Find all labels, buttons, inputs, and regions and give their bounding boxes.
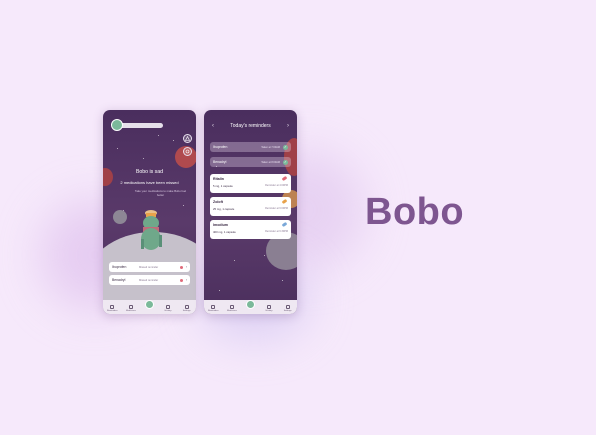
bobo-home-button[interactable] xyxy=(246,300,255,309)
missed-med-name: Ibuprofen xyxy=(112,265,127,269)
taken-med-name: Ibuprofen xyxy=(213,145,228,149)
taken-time: Taken at 7:00AM xyxy=(261,145,280,149)
med-dose: 5 mg, 1 capsule xyxy=(213,184,233,188)
reminders-header: ‹ Today's reminders › xyxy=(204,123,297,129)
missed-med-name: Benadryl xyxy=(112,278,126,282)
nav-label: Settings xyxy=(283,310,292,312)
missed-reminder-row[interactable]: Ibuprofen Missed reminder › xyxy=(109,262,190,272)
taken-med-name: Benadryl xyxy=(213,160,227,164)
med-dose: 25 mg, 1 capsule xyxy=(213,207,235,211)
nav-label: Medicines xyxy=(226,310,237,312)
check-icon: ✓ xyxy=(283,144,288,150)
chevron-right-icon: › xyxy=(185,278,187,282)
med-name: Imodium xyxy=(213,223,228,227)
bobo-home-button[interactable] xyxy=(145,300,154,309)
missed-count-text: 2 medications have been missed xyxy=(120,180,179,185)
missed-dot-icon xyxy=(179,265,183,269)
reminder-time: Reminder at 6:00PM xyxy=(265,207,288,210)
next-day-icon[interactable]: › xyxy=(287,123,289,129)
gear-icon xyxy=(184,305,189,309)
reminder-time: Reminder at 4:00PM xyxy=(265,184,288,187)
nav-label: History xyxy=(265,310,273,312)
chevron-right-icon: › xyxy=(185,265,187,269)
settings-gear-icon[interactable] xyxy=(183,147,192,156)
alarm-icon xyxy=(211,305,216,309)
warning-icon[interactable] xyxy=(183,134,192,143)
brand-wordmark: Bobo xyxy=(365,191,465,233)
nav-label: Reminders xyxy=(208,310,219,312)
check-icon: ✓ xyxy=(283,159,288,165)
taken-reminder-row[interactable]: Ibuprofen Taken at 7:00AM ✓ xyxy=(210,142,291,152)
gear-icon xyxy=(285,305,290,309)
nav-label: Medicines xyxy=(125,310,136,312)
nav-history[interactable]: History xyxy=(262,305,277,312)
nav-history[interactable]: History xyxy=(161,305,176,312)
pill-icon xyxy=(229,305,234,309)
taken-time: Taken at 8:00AM xyxy=(261,160,280,164)
page-title: Today's reminders xyxy=(230,123,271,129)
taken-reminder-row[interactable]: Benadryl Taken at 8:00AM ✓ xyxy=(210,157,291,167)
previous-day-icon[interactable]: ‹ xyxy=(212,123,214,129)
nav-settings[interactable]: Settings xyxy=(179,305,194,312)
med-dose: 400 mg, 1 capsule xyxy=(213,230,236,234)
history-icon xyxy=(166,305,171,309)
nav-settings[interactable]: Settings xyxy=(280,305,295,312)
nav-reminders[interactable]: Reminders xyxy=(105,305,120,312)
nav-label: History xyxy=(164,310,172,312)
nav-label: Reminders xyxy=(107,310,118,312)
nav-medicines[interactable]: Medicines xyxy=(123,305,138,312)
missed-reminder-row[interactable]: Benadryl Missed reminder › xyxy=(109,275,190,285)
mood-title: Bobo is sad xyxy=(135,169,164,175)
missed-med-status: Missed reminder xyxy=(139,278,159,282)
reminder-time: Reminder at 6:30PM xyxy=(265,230,288,233)
med-name: Zoloft xyxy=(213,200,223,204)
missed-med-status: Missed reminder xyxy=(139,265,159,269)
bobo-character xyxy=(141,210,162,250)
upcoming-reminder-card[interactable]: Imodium 400 mg, 1 capsule Reminder at 6:… xyxy=(210,220,291,239)
reminders-screen: ‹ Today's reminders › Ibuprofen Taken at… xyxy=(204,110,297,314)
nav-label: Settings xyxy=(182,310,191,312)
med-name: Ritalin xyxy=(213,177,224,181)
upcoming-reminder-card[interactable]: Zoloft 25 mg, 1 capsule Reminder at 6:00… xyxy=(210,197,291,216)
missed-dot-icon xyxy=(179,278,183,282)
alarm-icon xyxy=(110,305,115,309)
nav-reminders[interactable]: Reminders xyxy=(206,305,221,312)
nav-medicines[interactable]: Medicines xyxy=(224,305,239,312)
mood-avatar xyxy=(111,119,123,131)
upcoming-reminder-card[interactable]: Ritalin 5 mg, 1 capsule Reminder at 4:00… xyxy=(210,174,291,193)
home-screen: Bobo is sad 2 medications have been miss… xyxy=(103,110,196,314)
planet-gray xyxy=(113,210,127,224)
mood-hint: Take your medications to make Bobo feel … xyxy=(134,189,187,198)
pill-icon xyxy=(128,305,133,309)
history-icon xyxy=(267,305,272,309)
